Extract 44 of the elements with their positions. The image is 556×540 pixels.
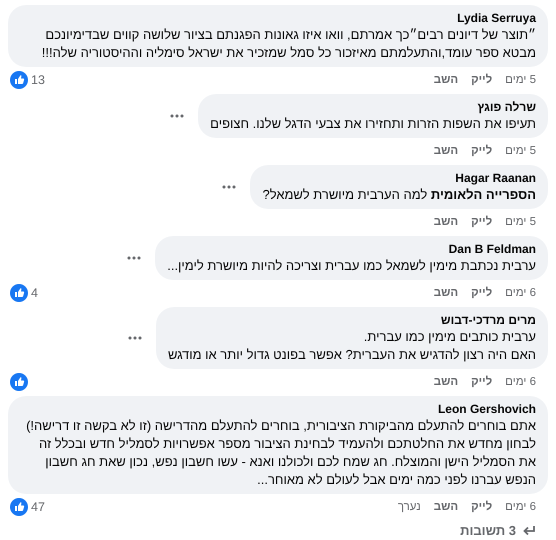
reply-link[interactable]: השב	[434, 501, 458, 513]
comment-text: ערבית כותבים מימין כמו עברית. האם היה רצון להדגיש את העברית? אפשר בפונט גדול יותר או מודגש	[168, 328, 536, 364]
like-link[interactable]: לייק	[471, 287, 492, 299]
like-reaction-icon[interactable]	[10, 373, 28, 391]
timestamp[interactable]: 5 ימים	[505, 216, 536, 228]
like-reaction-icon[interactable]	[10, 284, 28, 302]
timestamp[interactable]: 5 ימים	[505, 145, 536, 157]
more-icon[interactable]	[222, 185, 236, 189]
like-link[interactable]: לייק	[471, 74, 492, 86]
reply-link[interactable]: השב	[434, 74, 458, 86]
comment-text: ״תוצר של דיונים רבים״כך אמרתם, וואו איזו גאונות הפגנתם בציור שלושה קווים שבדימיונכם מבטא ספר עומד,והתעלמתם מאיזכור כל סמל שמזכיר את ישראל סימליה וההיסטוריה שלה!!!	[40, 26, 536, 62]
comment-text: תעיפו את השפות הזרות ותחזירו את צבעי הדגל שלנו. חצופים	[210, 115, 536, 133]
timestamp[interactable]: 6 ימים	[505, 287, 536, 299]
timestamp[interactable]: 5 ימים	[505, 74, 536, 86]
author-name[interactable]: Dan B Feldman	[167, 241, 536, 257]
reaction-count[interactable]: 47	[31, 500, 45, 514]
like-link[interactable]: לייק	[471, 501, 492, 513]
comment-text: ערבית נכתבת מימין לשמאל כמו עברית וצריכה להיות מיושרת לימין...	[167, 257, 536, 275]
more-icon[interactable]	[128, 336, 142, 340]
like-link[interactable]: לייק	[471, 216, 492, 228]
edited-label[interactable]: נערך	[398, 501, 421, 513]
like-link[interactable]: לייק	[471, 145, 492, 157]
reply-link[interactable]: השב	[434, 216, 458, 228]
reaction-count[interactable]: 4	[31, 286, 38, 300]
author-name[interactable]: Hagar Raanan	[262, 170, 536, 186]
view-replies-link[interactable]: 3 תשובות	[460, 523, 516, 538]
like-link[interactable]: לייק	[471, 376, 492, 388]
author-name[interactable]: Leon Gershovich	[20, 401, 536, 417]
author-name[interactable]: Lydia Serruya	[20, 10, 536, 26]
author-name[interactable]: מרים מרדכי-דבוש	[168, 312, 536, 328]
author-name[interactable]: שרלה פוגץ	[210, 99, 536, 115]
more-icon[interactable]	[127, 256, 142, 260]
comment-text: אתם בוחרים להתעלם מהביקורת הציבורית, בוחרים להתעלם מהדרישה (זו לא בקשה זו דרישה!) לבחון מחדש את החלטתכם ולהעמיד לבחינת הציבור מספר אפשרויות לסמליל חדש ובכלל זה את הסמליל הישן והמוצלח. חג שמח לכם ולכולנו ואנא - עשו חשבון נפש, נכון שאת חג חשבון הנפש עברנו לפני כמה ימים אבל לעולם לא מאוחר...	[25, 417, 536, 489]
reply-link[interactable]: השב	[434, 145, 458, 157]
timestamp[interactable]: 6 ימים	[505, 501, 536, 513]
reaction-count[interactable]: 13	[31, 73, 45, 87]
reply-link[interactable]: השב	[434, 376, 458, 388]
comment-text: הספרייה הלאומית למה הערבית מיושרת לשמאל?	[262, 186, 536, 204]
reply-link[interactable]: השב	[434, 287, 458, 299]
timestamp[interactable]: 6 ימים	[505, 376, 536, 388]
more-icon[interactable]	[170, 114, 184, 118]
like-reaction-icon[interactable]	[10, 71, 28, 89]
like-reaction-icon[interactable]	[10, 498, 28, 516]
reply-arrow-icon	[522, 524, 536, 536]
